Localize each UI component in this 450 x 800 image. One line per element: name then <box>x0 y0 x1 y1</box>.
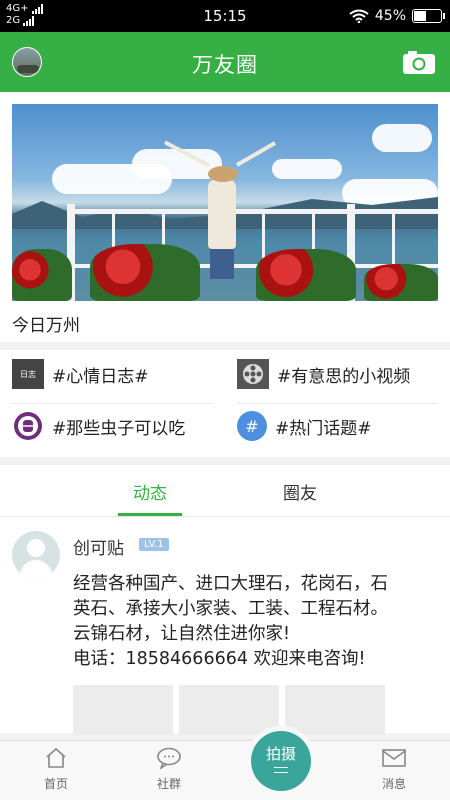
topic-hot-topics[interactable]: # #热门话题# <box>237 411 372 441</box>
bottom-nav: 首页 社群 消息 <box>0 740 450 800</box>
banner-caption: 今日万州 <box>12 316 80 336</box>
nav-community[interactable]: 社群 <box>134 747 204 792</box>
home-icon <box>46 747 66 768</box>
shoot-button[interactable]: 拍摄 <box>246 726 316 796</box>
hashtag-icon: # <box>237 411 267 441</box>
banner-card[interactable]: 今日万州 <box>0 92 450 342</box>
topic-label: #有意思的小视频 <box>277 366 411 387</box>
battery-percent: 45% <box>374 8 406 24</box>
post-image[interactable] <box>179 685 279 735</box>
topic-label: #热门话题# <box>275 418 372 439</box>
mail-icon <box>382 749 406 767</box>
nav-home[interactable]: 首页 <box>21 747 91 792</box>
topic-mood-diary[interactable]: 日志 #心情日志# <box>12 359 149 389</box>
topic-fun-videos[interactable]: #有意思的小视频 <box>237 359 410 389</box>
tab-friends[interactable]: 圈友 <box>250 479 350 504</box>
post-images <box>73 685 385 735</box>
shoot-label: 拍摄 <box>265 745 296 763</box>
post-text: 经营各种国产、进口大理石，花岗石，石 英石、承接大小家装、工装、工程石材。 云锦… <box>73 574 388 669</box>
post-image[interactable] <box>73 685 173 735</box>
title-bar: 万友圈 <box>0 32 450 92</box>
bug-icon <box>14 412 42 440</box>
camera-icon[interactable] <box>402 50 436 75</box>
menu-lines-icon <box>274 767 288 773</box>
topic-label: #那些虫子可以吃 <box>52 418 186 439</box>
nav-label: 社群 <box>156 777 181 791</box>
page-title: 万友圈 <box>192 53 258 77</box>
post-author[interactable]: 创可贴 <box>73 534 124 559</box>
wifi-icon <box>349 9 369 23</box>
status-bar: 4G+ 2G 15:15 45% <box>0 0 450 32</box>
topic-grid: 日志 #心情日志# #有意思的小视频 #那些虫子可以吃 # #热门话题# <box>0 350 450 457</box>
tab-dynamics[interactable]: 动态 <box>100 479 200 504</box>
feed-post[interactable]: 创可贴 LV.1 经营各种国产、进口大理石，花岗石，石 英石、承接大小家装、工装… <box>0 517 450 735</box>
chat-bubble-icon <box>157 747 181 769</box>
active-tab-indicator <box>118 513 182 516</box>
battery-icon <box>412 9 445 23</box>
mood-diary-icon: 日志 <box>12 359 44 389</box>
feed-tabs: 动态 圈友 <box>0 465 450 517</box>
topic-edible-bugs[interactable]: #那些虫子可以吃 <box>12 411 185 441</box>
banner-photo[interactable] <box>12 104 438 301</box>
level-badge: LV.1 <box>139 538 169 551</box>
nav-messages[interactable]: 消息 <box>359 747 429 792</box>
nav-label: 消息 <box>381 777 406 791</box>
avatar[interactable] <box>12 531 60 579</box>
nav-label: 首页 <box>43 777 68 791</box>
topic-label: #心情日志# <box>52 366 149 387</box>
film-reel-icon <box>237 359 269 389</box>
post-image[interactable] <box>285 685 385 735</box>
